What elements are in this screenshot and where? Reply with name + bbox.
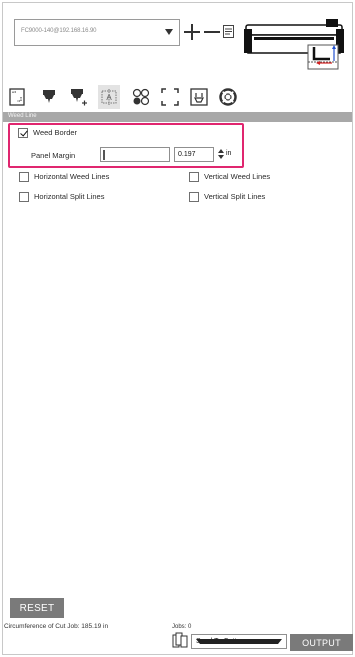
output-button[interactable]: OUTPUT (290, 634, 353, 651)
registration-marks-icon[interactable] (130, 85, 152, 109)
section-title: Weed Line (8, 113, 37, 119)
section-header: Weed Line (3, 112, 352, 122)
horizontal-weed-lines-checkbox[interactable] (19, 172, 29, 182)
chevron-down-icon (165, 29, 173, 35)
tiling-icon[interactable] (159, 85, 181, 109)
horizontal-weed-lines-label: Horizontal Weed Lines (34, 172, 110, 181)
panel-margin-label: Panel Margin (31, 151, 76, 160)
poster-icon[interactable] (188, 85, 210, 109)
reset-button[interactable]: RESET (10, 598, 64, 618)
horizontal-split-lines-label: Horizontal Split Lines (34, 192, 105, 201)
circumference-text: Circumference of Cut Job: 185.19 in (4, 623, 109, 630)
horizontal-split-lines-checkbox[interactable] (19, 192, 29, 202)
chevron-down-icon (196, 639, 282, 644)
lifebuoy-icon[interactable] (217, 85, 239, 109)
device-properties-icon[interactable] (223, 25, 234, 38)
margin-unit: in (226, 150, 232, 157)
page-setup-icon[interactable] (6, 85, 28, 109)
spin-arrows-icon[interactable] (218, 149, 224, 159)
weed-lines-icon[interactable]: A (98, 85, 120, 109)
cut-settings-icon[interactable] (38, 85, 60, 109)
weed-border-checkbox[interactable] (18, 128, 28, 138)
tool-tabs: A (6, 85, 351, 111)
vertical-weed-lines-checkbox[interactable] (189, 172, 199, 182)
cutter-preview-image (244, 7, 344, 71)
remove-device-button[interactable] (204, 20, 220, 44)
device-select-value: FC9000-140@192.168.16.90 (21, 28, 97, 34)
send-to-select[interactable]: Send To Cutter (191, 634, 287, 649)
add-cut-condition-icon[interactable] (68, 85, 90, 109)
vertical-split-lines-label: Vertical Split Lines (204, 192, 266, 201)
slider-thumb[interactable] (103, 150, 105, 160)
panel-margin-input[interactable]: 0.197 (174, 147, 214, 162)
copies-icon[interactable] (172, 632, 188, 648)
vertical-split-lines-checkbox[interactable] (189, 192, 199, 202)
device-select[interactable]: FC9000-140@192.168.16.90 (14, 19, 180, 46)
panel-margin-slider[interactable] (100, 147, 170, 162)
vertical-weed-lines-label: Vertical Weed Lines (204, 172, 271, 181)
add-device-button[interactable] (183, 20, 201, 44)
jobs-count: Jobs: 0 (172, 624, 192, 630)
weed-border-label: Weed Border (33, 128, 78, 137)
